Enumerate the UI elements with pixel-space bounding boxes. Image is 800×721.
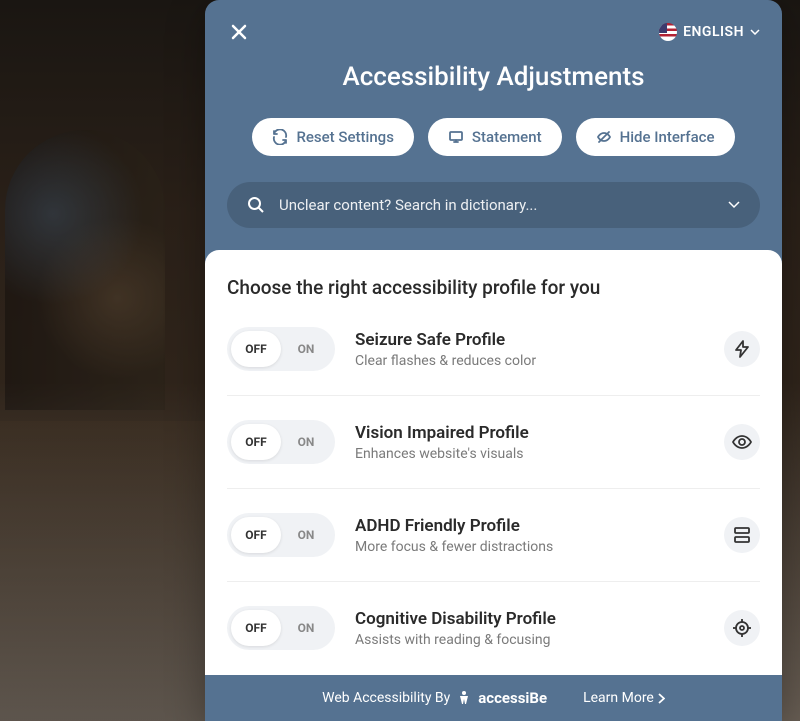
close-button[interactable] <box>227 20 251 44</box>
statement-button[interactable]: Statement <box>428 118 562 156</box>
toggle-vision-impaired[interactable]: OFF ON <box>227 420 335 464</box>
hide-label: Hide Interface <box>620 128 715 146</box>
bolt-icon <box>724 331 760 367</box>
accessibility-panel: ENGLISH Accessibility Adjustments Reset … <box>205 0 782 721</box>
language-label: ENGLISH <box>683 24 744 40</box>
learn-more-link[interactable]: Learn More <box>583 690 665 706</box>
flag-icon <box>659 23 677 41</box>
profiles-card: Choose the right accessibility profile f… <box>205 250 782 675</box>
target-icon <box>724 610 760 646</box>
language-selector[interactable]: ENGLISH <box>659 23 760 41</box>
chevron-right-icon <box>658 693 665 704</box>
profile-text: Cognitive Disability Profile Assists wit… <box>355 609 704 648</box>
reset-icon <box>272 129 288 145</box>
profile-row-vision-impaired: OFF ON Vision Impaired Profile Enhances … <box>227 420 760 489</box>
footer-credit: Web Accessibility By accessiBe <box>322 689 547 707</box>
toggle-off: OFF <box>231 517 281 553</box>
chevron-down-icon <box>750 29 760 35</box>
toggle-off: OFF <box>231 424 281 460</box>
top-row: ENGLISH <box>227 20 760 44</box>
profile-title: ADHD Friendly Profile <box>355 516 704 536</box>
profile-row-adhd-friendly: OFF ON ADHD Friendly Profile More focus … <box>227 513 760 582</box>
eye-icon <box>724 424 760 460</box>
credit-prefix: Web Accessibility By <box>322 690 450 706</box>
toggle-on: ON <box>281 610 331 646</box>
profile-text: ADHD Friendly Profile More focus & fewer… <box>355 516 704 555</box>
reset-label: Reset Settings <box>296 128 393 146</box>
search-icon <box>247 196 265 214</box>
profiles-section-title: Choose the right accessibility profile f… <box>227 276 760 299</box>
toggle-on: ON <box>281 424 331 460</box>
chevron-down-icon <box>728 201 740 209</box>
panel-header: ENGLISH Accessibility Adjustments Reset … <box>205 0 782 250</box>
panel-title: Accessibility Adjustments <box>227 62 760 92</box>
statement-label: Statement <box>472 128 542 146</box>
profile-row-cognitive-disability: OFF ON Cognitive Disability Profile Assi… <box>227 606 760 674</box>
profile-text: Vision Impaired Profile Enhances website… <box>355 423 704 462</box>
statement-icon <box>448 129 464 145</box>
profile-desc: Assists with reading & focusing <box>355 632 704 648</box>
hide-icon <box>596 129 612 145</box>
toggle-on: ON <box>281 331 331 367</box>
layout-icon <box>724 517 760 553</box>
close-icon <box>230 23 248 41</box>
toggle-on: ON <box>281 517 331 553</box>
profile-text: Seizure Safe Profile Clear flashes & red… <box>355 330 704 369</box>
action-buttons: Reset Settings Statement Hide Interface <box>227 118 760 156</box>
search-placeholder: Unclear content? Search in dictionary... <box>279 196 714 214</box>
toggle-seizure-safe[interactable]: OFF ON <box>227 327 335 371</box>
search-input[interactable]: Unclear content? Search in dictionary... <box>227 182 760 228</box>
accessibe-logo-icon <box>456 690 472 706</box>
profile-row-seizure-safe: OFF ON Seizure Safe Profile Clear flashe… <box>227 327 760 396</box>
reset-settings-button[interactable]: Reset Settings <box>252 118 413 156</box>
panel-footer: Web Accessibility By accessiBe Learn Mor… <box>205 675 782 721</box>
hide-interface-button[interactable]: Hide Interface <box>576 118 735 156</box>
profile-title: Seizure Safe Profile <box>355 330 704 350</box>
brand-name: accessiBe <box>478 689 547 707</box>
learn-more-label: Learn More <box>583 690 654 706</box>
profile-title: Cognitive Disability Profile <box>355 609 704 629</box>
toggle-cognitive-disability[interactable]: OFF ON <box>227 606 335 650</box>
toggle-adhd-friendly[interactable]: OFF ON <box>227 513 335 557</box>
profile-desc: Enhances website's visuals <box>355 446 704 462</box>
toggle-off: OFF <box>231 610 281 646</box>
profile-title: Vision Impaired Profile <box>355 423 704 443</box>
toggle-off: OFF <box>231 331 281 367</box>
profile-desc: Clear flashes & reduces color <box>355 353 704 369</box>
profile-desc: More focus & fewer distractions <box>355 539 704 555</box>
